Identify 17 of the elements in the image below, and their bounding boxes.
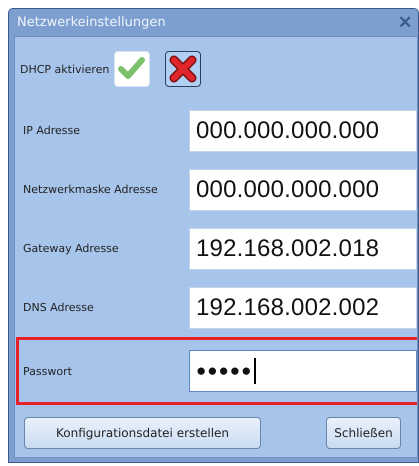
cross-icon [168, 54, 198, 84]
text-cursor [254, 358, 256, 384]
field-label: Gateway Adresse [23, 242, 120, 255]
field-label: Passwort [23, 364, 73, 378]
input-field[interactable]: 192.168.002.018 [189, 228, 417, 270]
input-field[interactable]: 000.000.000.000 [189, 110, 417, 152]
field-label: DNS Adresse [23, 301, 95, 314]
toggle-button[interactable] [165, 51, 202, 87]
input-field[interactable]: 192.168.002.002 [189, 286, 417, 328]
input-field[interactable]: ●●●●● [189, 350, 417, 392]
create-config-button[interactable]: Konfigurationsdatei erstellen [24, 417, 261, 449]
dhcp-label: DHCP aktivieren [20, 62, 110, 76]
field-label: Netzwerkmaske Adresse [23, 183, 159, 196]
field-label: IP Adresse [23, 124, 81, 137]
window-title: Netzwerkeinstellungen [16, 15, 166, 30]
close-dialog-button[interactable]: Schließen [326, 417, 401, 449]
input-field[interactable]: 000.000.000.000 [189, 168, 417, 210]
